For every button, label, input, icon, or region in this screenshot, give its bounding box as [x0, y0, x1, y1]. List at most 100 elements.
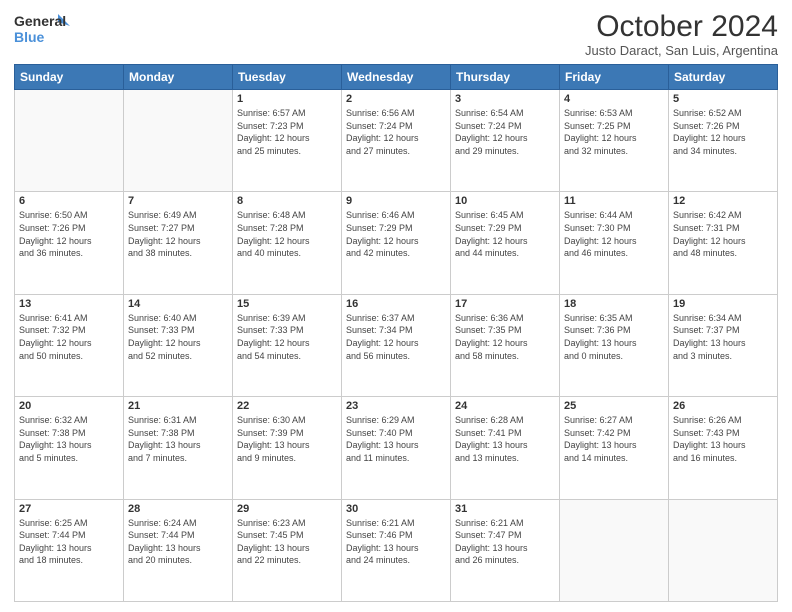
day-info: Sunrise: 6:42 AM Sunset: 7:31 PM Dayligh… [673, 209, 773, 259]
day-info: Sunrise: 6:29 AM Sunset: 7:40 PM Dayligh… [346, 414, 446, 464]
day-number: 29 [237, 503, 337, 515]
day-cell: 26 Sunrise: 6:26 AM Sunset: 7:43 PM Dayli… [669, 397, 778, 499]
day-number: 25 [564, 400, 664, 412]
week-row-4: 20Sunrise: 6:32 AM Sunset: 7:38 PM Dayli… [15, 397, 778, 499]
day-number: 14 [128, 298, 228, 310]
day-info: Sunrise: 6:54 AM Sunset: 7:24 PM Dayligh… [455, 107, 555, 157]
day-number: 30 [346, 503, 446, 515]
day-number: 20 [19, 400, 119, 412]
day-cell: 5 Sunrise: 6:52 AM Sunset: 7:26 PM Daylig… [669, 90, 778, 192]
day-number: 16 [346, 298, 446, 310]
day-number: 8 [237, 195, 337, 207]
day-number: 9 [346, 195, 446, 207]
header: GeneralBlue October 2024 Justo Daract, S… [14, 10, 778, 58]
day-number: 15 [237, 298, 337, 310]
day-info: Sunrise: 6:41 AM Sunset: 7:32 PM Dayligh… [19, 312, 119, 362]
day-info: Sunrise: 6:21 AM Sunset: 7:46 PM Dayligh… [346, 517, 446, 567]
calendar-header: Sunday Monday Tuesday Wednesday Thursday… [15, 65, 778, 90]
day-cell: 30 Sunrise: 6:21 AM Sunset: 7:46 PM Dayli… [342, 499, 451, 601]
day-number: 10 [455, 195, 555, 207]
week-row-5: 27 Sunrise: 6:25 AM Sunset: 7:44 PM Dayli… [15, 499, 778, 601]
day-cell: 6Sunrise: 6:50 AM Sunset: 7:26 PM Daylig… [15, 192, 124, 294]
day-info: Sunrise: 6:46 AM Sunset: 7:29 PM Dayligh… [346, 209, 446, 259]
day-cell: 21 Sunrise: 6:31 AM Sunset: 7:38 PM Dayli… [124, 397, 233, 499]
day-number: 18 [564, 298, 664, 310]
day-number: 2 [346, 93, 446, 105]
day-info: Sunrise: 6:26 AM Sunset: 7:43 PM Dayligh… [673, 414, 773, 464]
day-cell: 12 Sunrise: 6:42 AM Sunset: 7:31 PM Dayli… [669, 192, 778, 294]
day-info: Sunrise: 6:52 AM Sunset: 7:26 PM Dayligh… [673, 107, 773, 157]
calendar-body: 1 Sunrise: 6:57 AM Sunset: 7:23 PM Daylig… [15, 90, 778, 602]
day-cell: 18 Sunrise: 6:35 AM Sunset: 7:36 PM Dayli… [560, 294, 669, 396]
day-number: 28 [128, 503, 228, 515]
logo-svg: GeneralBlue [14, 10, 74, 46]
day-info: Sunrise: 6:25 AM Sunset: 7:44 PM Dayligh… [19, 517, 119, 567]
day-number: 17 [455, 298, 555, 310]
day-number: 5 [673, 93, 773, 105]
day-number: 26 [673, 400, 773, 412]
day-info: Sunrise: 6:31 AM Sunset: 7:38 PM Dayligh… [128, 414, 228, 464]
day-info: Sunrise: 6:24 AM Sunset: 7:44 PM Dayligh… [128, 517, 228, 567]
day-number: 19 [673, 298, 773, 310]
day-info: Sunrise: 6:28 AM Sunset: 7:41 PM Dayligh… [455, 414, 555, 464]
day-cell: 23Sunrise: 6:29 AM Sunset: 7:40 PM Dayli… [342, 397, 451, 499]
day-cell: 8 Sunrise: 6:48 AM Sunset: 7:28 PM Daylig… [233, 192, 342, 294]
day-cell: 9 Sunrise: 6:46 AM Sunset: 7:29 PM Daylig… [342, 192, 451, 294]
day-number: 7 [128, 195, 228, 207]
day-cell: 1 Sunrise: 6:57 AM Sunset: 7:23 PM Daylig… [233, 90, 342, 192]
day-cell: 2 Sunrise: 6:56 AM Sunset: 7:24 PM Daylig… [342, 90, 451, 192]
day-cell [560, 499, 669, 601]
day-info: Sunrise: 6:53 AM Sunset: 7:25 PM Dayligh… [564, 107, 664, 157]
day-number: 27 [19, 503, 119, 515]
day-cell [669, 499, 778, 601]
day-info: Sunrise: 6:23 AM Sunset: 7:45 PM Dayligh… [237, 517, 337, 567]
day-info: Sunrise: 6:49 AM Sunset: 7:27 PM Dayligh… [128, 209, 228, 259]
day-cell: 3Sunrise: 6:54 AM Sunset: 7:24 PM Daylig… [451, 90, 560, 192]
day-number: 11 [564, 195, 664, 207]
week-row-2: 6Sunrise: 6:50 AM Sunset: 7:26 PM Daylig… [15, 192, 778, 294]
day-number: 22 [237, 400, 337, 412]
day-cell: 11 Sunrise: 6:44 AM Sunset: 7:30 PM Dayli… [560, 192, 669, 294]
day-number: 31 [455, 503, 555, 515]
subtitle: Justo Daract, San Luis, Argentina [585, 43, 778, 58]
day-cell: 20Sunrise: 6:32 AM Sunset: 7:38 PM Dayli… [15, 397, 124, 499]
page: GeneralBlue October 2024 Justo Daract, S… [0, 0, 792, 612]
day-cell: 10 Sunrise: 6:45 AM Sunset: 7:29 PM Dayli… [451, 192, 560, 294]
header-row: Sunday Monday Tuesday Wednesday Thursday… [15, 65, 778, 90]
day-info: Sunrise: 6:56 AM Sunset: 7:24 PM Dayligh… [346, 107, 446, 157]
day-number: 12 [673, 195, 773, 207]
col-wednesday: Wednesday [342, 65, 451, 90]
day-number: 13 [19, 298, 119, 310]
day-cell: 24Sunrise: 6:28 AM Sunset: 7:41 PM Dayli… [451, 397, 560, 499]
day-cell: 28 Sunrise: 6:24 AM Sunset: 7:44 PM Dayli… [124, 499, 233, 601]
day-cell: 4 Sunrise: 6:53 AM Sunset: 7:25 PM Daylig… [560, 90, 669, 192]
day-info: Sunrise: 6:50 AM Sunset: 7:26 PM Dayligh… [19, 209, 119, 259]
day-info: Sunrise: 6:40 AM Sunset: 7:33 PM Dayligh… [128, 312, 228, 362]
day-info: Sunrise: 6:21 AM Sunset: 7:47 PM Dayligh… [455, 517, 555, 567]
day-cell: 19Sunrise: 6:34 AM Sunset: 7:37 PM Dayli… [669, 294, 778, 396]
day-cell: 29 Sunrise: 6:23 AM Sunset: 7:45 PM Dayli… [233, 499, 342, 601]
day-info: Sunrise: 6:39 AM Sunset: 7:33 PM Dayligh… [237, 312, 337, 362]
day-info: Sunrise: 6:44 AM Sunset: 7:30 PM Dayligh… [564, 209, 664, 259]
day-info: Sunrise: 6:35 AM Sunset: 7:36 PM Dayligh… [564, 312, 664, 362]
day-cell: 31 Sunrise: 6:21 AM Sunset: 7:47 PM Dayli… [451, 499, 560, 601]
week-row-1: 1 Sunrise: 6:57 AM Sunset: 7:23 PM Daylig… [15, 90, 778, 192]
day-number: 21 [128, 400, 228, 412]
day-info: Sunrise: 6:37 AM Sunset: 7:34 PM Dayligh… [346, 312, 446, 362]
day-info: Sunrise: 6:48 AM Sunset: 7:28 PM Dayligh… [237, 209, 337, 259]
day-number: 4 [564, 93, 664, 105]
col-saturday: Saturday [669, 65, 778, 90]
day-cell [15, 90, 124, 192]
svg-text:General: General [14, 13, 66, 29]
day-info: Sunrise: 6:57 AM Sunset: 7:23 PM Dayligh… [237, 107, 337, 157]
day-info: Sunrise: 6:45 AM Sunset: 7:29 PM Dayligh… [455, 209, 555, 259]
col-sunday: Sunday [15, 65, 124, 90]
day-cell: 15 Sunrise: 6:39 AM Sunset: 7:33 PM Dayli… [233, 294, 342, 396]
day-number: 1 [237, 93, 337, 105]
day-info: Sunrise: 6:27 AM Sunset: 7:42 PM Dayligh… [564, 414, 664, 464]
day-cell: 17Sunrise: 6:36 AM Sunset: 7:35 PM Dayli… [451, 294, 560, 396]
main-title: October 2024 [585, 10, 778, 43]
day-cell: 27 Sunrise: 6:25 AM Sunset: 7:44 PM Dayli… [15, 499, 124, 601]
day-info: Sunrise: 6:30 AM Sunset: 7:39 PM Dayligh… [237, 414, 337, 464]
col-friday: Friday [560, 65, 669, 90]
